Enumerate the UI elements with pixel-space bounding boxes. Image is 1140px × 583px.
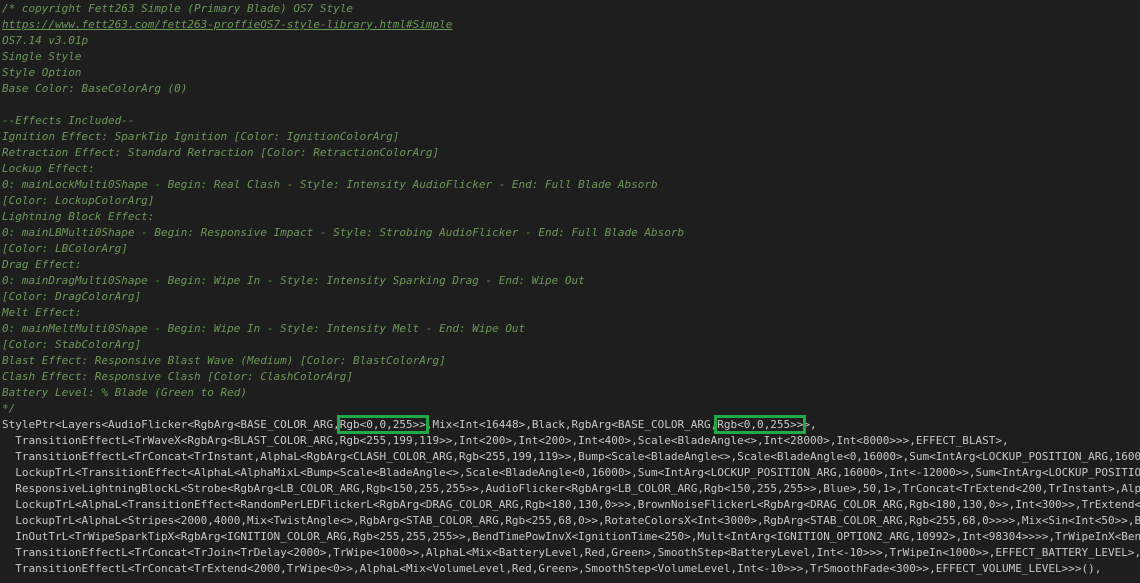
comment-line: Melt Effect: bbox=[2, 306, 82, 319]
comment-line: Drag Effect: bbox=[2, 258, 82, 271]
style-code-line: LockupTrL<TransitionEffect<AlphaL<AlphaM… bbox=[15, 466, 1140, 479]
highlighted-rgb-value: Rgb<0,0,255>> bbox=[336, 415, 429, 434]
comment-line: OS7.14 v3.01p bbox=[2, 34, 89, 47]
comment-line: Battery Level: % Blade (Green to Red) bbox=[2, 386, 248, 399]
comment-line: --Effects Included-- bbox=[2, 114, 135, 127]
style-code-line: StylePtr<Layers<AudioFlicker<RgbArg<BASE… bbox=[0, 415, 1140, 434]
comment-line bbox=[0, 97, 1140, 113]
style-code-line: TransitionEffectL<TrConcat<TrInstant,Alp… bbox=[15, 450, 1140, 463]
comment-line: Lightning Block Effect: bbox=[2, 210, 155, 223]
comment-line: 0: mainMeltMulti0Shape - Begin: Wipe In … bbox=[2, 322, 526, 335]
comment-line: 0: mainLockMulti0Shape - Begin: Real Cla… bbox=[2, 178, 658, 191]
comment-line: /* copyright Fett263 Simple (Primary Bla… bbox=[2, 2, 353, 15]
comment-line: 0: mainLBMulti0Shape - Begin: Responsive… bbox=[2, 226, 685, 239]
comment-line: [Color: DragColorArg] bbox=[2, 290, 142, 303]
comment-line: Clash Effect: Responsive Clash [Color: C… bbox=[2, 370, 353, 383]
style-code-line: InOutTrL<TrWipeSparkTipX<RgbArg<IGNITION… bbox=[15, 530, 1140, 543]
style-code-line: LockupTrL<AlphaL<Stripes<2000,4000,Mix<T… bbox=[2, 514, 1140, 527]
style-code-line: TransitionEffectL<TrConcat<TrExtend<2000… bbox=[2, 562, 1102, 575]
comment-line: [Color: LBColorArg] bbox=[2, 242, 128, 255]
highlighted-rgb-value: Rgb<0,0,255>> bbox=[714, 415, 807, 434]
style-code-line: TransitionEffectL<TrConcat<TrJoin<TrDela… bbox=[2, 546, 1140, 559]
comment-line: Lockup Effect: bbox=[2, 162, 95, 175]
code-text: ,Mix<Int<16448>,Black,RgbArg<BASE_COLOR_… bbox=[425, 418, 718, 431]
comment-line: Base Color: BaseColorArg (0) bbox=[2, 82, 188, 95]
code-text: >, bbox=[803, 418, 817, 431]
style-code-line: ResponsiveLightningBlockL<Strobe<RgbArg<… bbox=[15, 482, 1140, 495]
comment-line: Blast Effect: Responsive Blast Wave (Med… bbox=[2, 354, 446, 367]
comment-line: Single Style bbox=[2, 50, 82, 63]
comment-line: Style Option bbox=[2, 66, 82, 79]
code-text: StylePtr<Layers<AudioFlicker<RgbArg<BASE… bbox=[2, 418, 340, 431]
comment-line: Retraction Effect: Standard Retraction [… bbox=[2, 146, 440, 159]
comment-line: 0: mainDragMulti0Shape - Begin: Wipe In … bbox=[2, 274, 585, 287]
comment-line: [Color: StabColorArg] bbox=[2, 338, 142, 351]
code-editor[interactable]: /* copyright Fett263 Simple (Primary Bla… bbox=[0, 0, 1140, 583]
style-code-line: LockupTrL<AlphaL<TransitionEffect<Random… bbox=[2, 498, 1140, 511]
comment-line: Ignition Effect: SparkTip Ignition [Colo… bbox=[2, 130, 400, 143]
comment-line: */ bbox=[2, 402, 16, 415]
comment-line: [Color: LockupColorArg] bbox=[2, 194, 155, 207]
style-code-line: TransitionEffectL<TrWaveX<RgbArg<BLAST_C… bbox=[2, 434, 1009, 447]
style-library-link[interactable]: https://www.fett263.com/fett263-proffieO… bbox=[0, 17, 1140, 33]
